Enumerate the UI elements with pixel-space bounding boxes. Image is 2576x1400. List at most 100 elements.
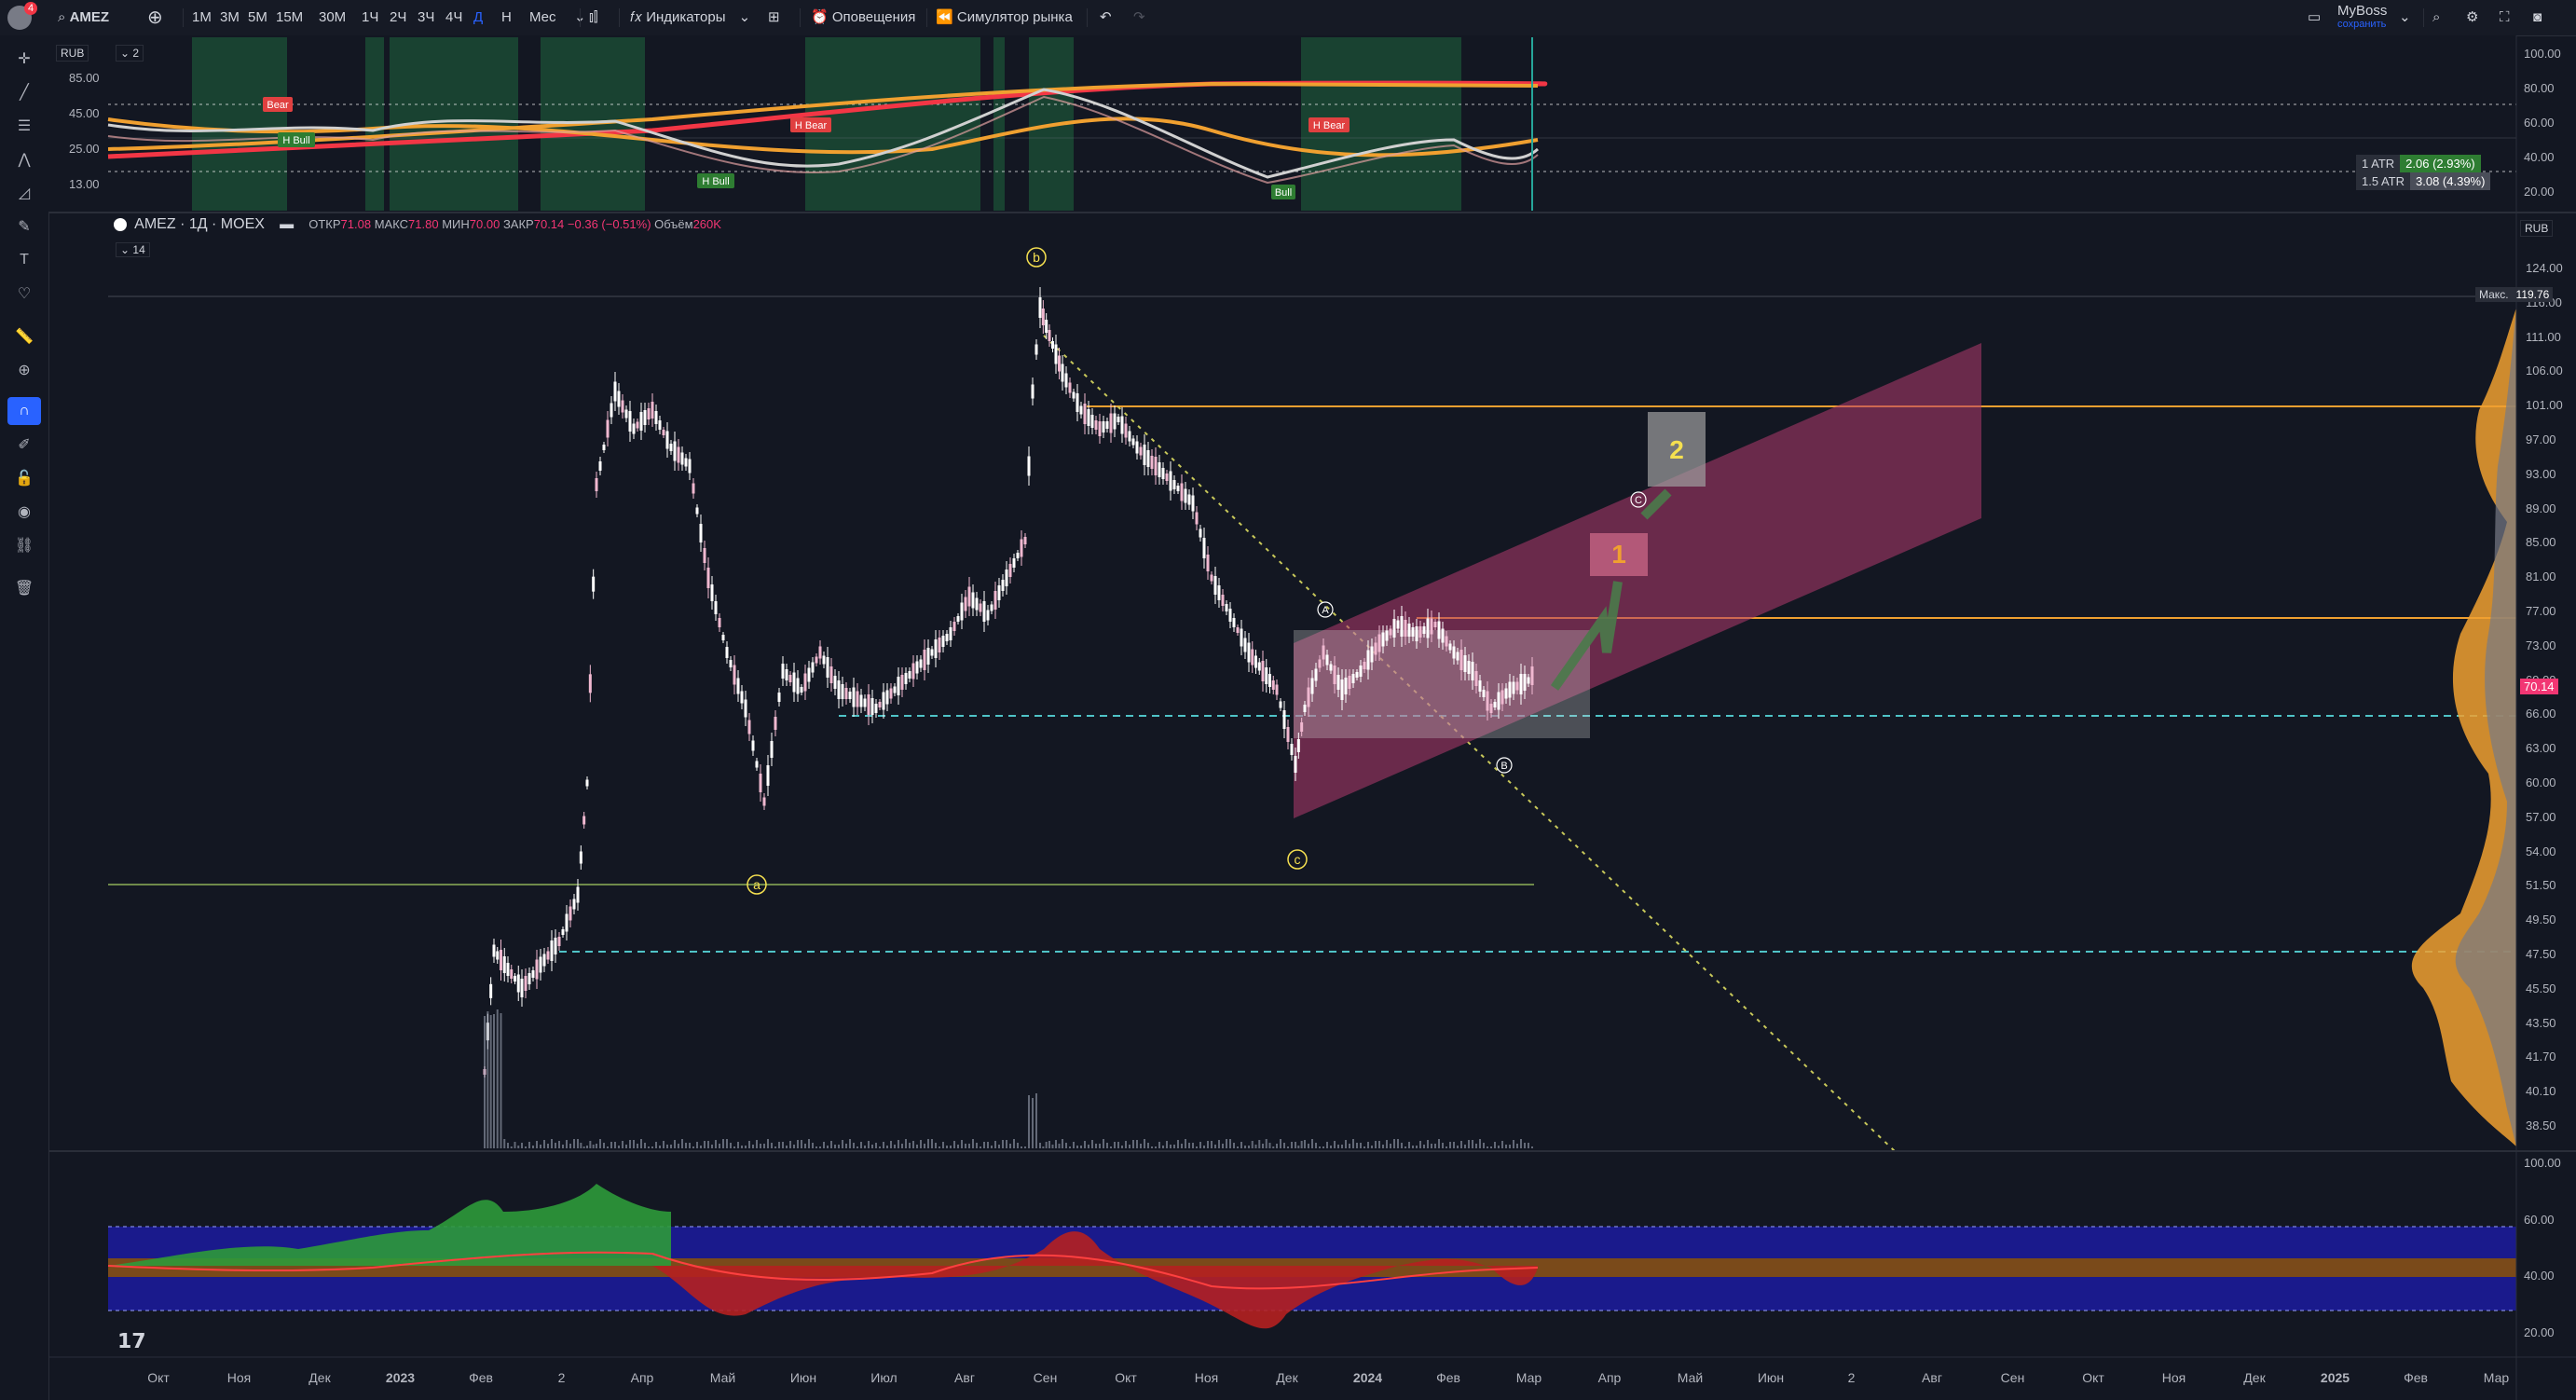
candle-body (774, 717, 777, 730)
volume-bar (489, 1015, 492, 1148)
candle-body (952, 622, 956, 631)
time-label: Июн (1757, 1370, 1785, 1385)
volume-bar (860, 1142, 862, 1148)
candle-body (565, 913, 569, 932)
scale-label: 97.00 (2526, 432, 2556, 446)
symbol-icon (114, 218, 127, 232)
main-currency[interactable]: RUB (2520, 220, 2554, 237)
candle-body (744, 699, 747, 718)
volume-bar (793, 1145, 795, 1148)
candle-body (1486, 691, 1489, 711)
volume-bar (905, 1139, 907, 1148)
scale-label: 40.00 (2524, 1269, 2555, 1283)
time-label: Ноя (226, 1370, 252, 1385)
candle-body (1448, 643, 1452, 651)
candle-body (703, 548, 706, 563)
candle-body (1389, 628, 1392, 636)
scale-label: 106.00 (2526, 364, 2563, 378)
volume-bar (1483, 1143, 1485, 1148)
candle-body (852, 687, 856, 707)
target-2-label: 2 (1669, 435, 1684, 464)
candle-body (1296, 739, 1300, 752)
candle-body (1090, 415, 1094, 428)
volume-bar (987, 1142, 989, 1148)
change-value: −0.36 (−0.51%) (567, 217, 651, 231)
scale-label: 13.00 (69, 177, 100, 191)
candle-body (889, 688, 893, 699)
candle-body (520, 979, 524, 997)
chart-canvas[interactable]: Bear H Bull H Bear H Bull H Bear Bull 1 … (0, 0, 2576, 1400)
volume-bar (614, 1142, 616, 1148)
volume-bar (1028, 1095, 1030, 1148)
candle-body (826, 657, 829, 678)
candle-body (841, 684, 844, 699)
volume-bar (994, 1141, 996, 1148)
volume-bar (1129, 1145, 1130, 1148)
volume-bar (797, 1140, 799, 1148)
menu-icon[interactable]: ▬ (280, 216, 294, 232)
volume-bar (1408, 1142, 1410, 1148)
volume-bar (752, 1145, 754, 1148)
volume-bar (618, 1146, 620, 1148)
current-price-tag: 70.14 (2520, 679, 2558, 694)
candle-body (733, 665, 736, 685)
candle-body (1325, 654, 1329, 666)
top-pane-currency[interactable]: RUB (56, 45, 89, 62)
candle-body (844, 688, 848, 699)
candle-body (582, 816, 586, 825)
candle-body (1195, 512, 1199, 525)
volume-bar (1513, 1140, 1514, 1148)
candle-body (885, 690, 889, 705)
candle-body (803, 673, 807, 692)
candle-body (673, 441, 677, 461)
top-pane-indicator-toggle[interactable]: ⌄ 2 (116, 45, 144, 62)
volume-bar (1300, 1141, 1303, 1148)
rising-channel (1294, 343, 1981, 818)
scale-label: 49.50 (2526, 913, 2556, 927)
volume-bar (745, 1146, 747, 1148)
candle-body (1322, 645, 1325, 660)
candle-body (1523, 674, 1527, 691)
candle-body (1027, 456, 1031, 476)
volume-bar (1382, 1145, 1384, 1148)
time-label: 2 (1847, 1370, 1856, 1385)
candle-body (878, 702, 882, 707)
volume-bar (1042, 1146, 1045, 1148)
candle-body (500, 950, 502, 970)
volume-bar (875, 1143, 877, 1148)
main-title[interactable]: AMEZ · 1Д · MOEX (134, 216, 265, 232)
volume-bar (1401, 1143, 1403, 1148)
volume-bar (1240, 1142, 1242, 1148)
candle-body (639, 412, 643, 431)
candle-body (1359, 666, 1363, 677)
candle-body (1257, 662, 1261, 671)
time-label: Авг (1922, 1370, 1942, 1385)
candle-body (677, 446, 680, 463)
candle-body (492, 944, 496, 957)
volume-bar (514, 1142, 516, 1148)
scale-label: 60.00 (2524, 116, 2555, 130)
volume-bar (1334, 1141, 1336, 1148)
candle-body (1172, 480, 1176, 489)
volume-bar (569, 1144, 571, 1148)
candle-body (1355, 672, 1359, 678)
candle-body (785, 669, 788, 680)
candle-body (546, 951, 550, 960)
candle-body (665, 431, 669, 449)
candle-body (1058, 355, 1061, 372)
candle-body (572, 899, 576, 910)
time-label: Мар (2483, 1370, 2510, 1385)
time-axis[interactable]: Окт Ноя Дек 2023 Фев 2 Апр Май Июн Июл Авг Сен Окт Но… (48, 1357, 2516, 1400)
candle-body (788, 675, 792, 682)
candle-body (1415, 626, 1418, 641)
candle-body (964, 597, 967, 611)
sub-indicator-toggle[interactable]: ⌄ 14 (116, 242, 150, 257)
candle-body (554, 938, 557, 954)
candle-body (762, 797, 766, 806)
tradingview-logo[interactable]: 𝟭𝟳 (117, 1329, 146, 1353)
volume-bar (1203, 1146, 1205, 1148)
candle-body (718, 618, 721, 627)
volume-bar (722, 1139, 724, 1148)
volume-bar (1453, 1142, 1455, 1148)
candle-body (658, 420, 662, 430)
